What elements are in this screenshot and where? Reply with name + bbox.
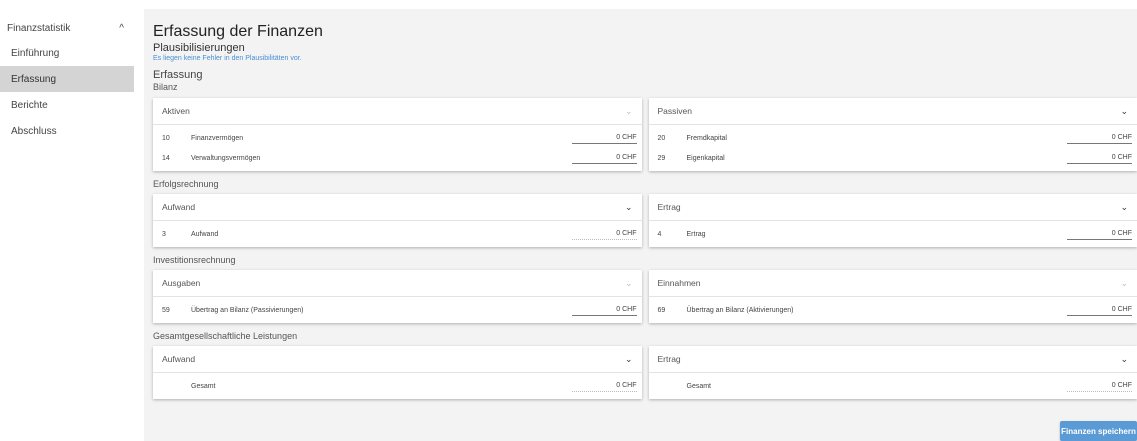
card-passiven: Passiven ⌄ 20 Fremdkapital 0 CHF 29 Eige… [648,98,1137,171]
sidebar-item-erfassung[interactable]: Erfassung [0,66,134,92]
account-label: Übertrag an Bilanz (Passivierungen) [191,306,304,314]
amount-readonly: 0 CHF [1067,382,1132,392]
amount-input[interactable]: 0 CHF [1067,134,1132,144]
list-item: 59 Übertrag an Bilanz (Passivierungen) 0… [153,300,642,320]
list-item: Gesamt 0 CHF [153,376,642,396]
chevron-down-icon[interactable]: ⌄ [625,278,633,289]
chevron-down-icon[interactable]: ⌄ [625,354,633,365]
card-header-einnahmen[interactable]: Einnahmen ⌄ [648,270,1137,297]
section-subtitle: Bilanz [153,82,178,92]
card-title: Einnahmen [657,278,701,288]
account-number: 69 [657,306,666,314]
list-item: 29 Eigenkapital 0 CHF [649,148,1137,168]
card-header-ausgaben[interactable]: Ausgaben ⌄ [153,270,642,297]
list-item: 3 Aufwand 0 CHF [153,224,642,244]
group-title-investitionsrechnung: Investitionsrechnung [153,255,236,265]
card-title: Aktiven [162,106,190,116]
amount-input[interactable]: 0 CHF [571,154,637,164]
save-button[interactable]: Finanzen speichern [1060,421,1137,441]
account-number: 10 [162,134,170,142]
card-header-gl-ertrag[interactable]: Ertrag ⌄ [648,346,1137,373]
account-label: Übertrag an Bilanz (Aktivierungen) [686,306,794,314]
list-item: 14 Verwaltungsvermögen 0 CHF [153,148,642,168]
card-header-passiven[interactable]: Passiven ⌄ [648,98,1137,125]
sidebar-header-label: Finanzstatistik [7,22,71,34]
sidebar: Finanzstatistik ^ Einführung Erfassung B… [0,0,134,441]
account-number: 59 [162,306,170,314]
sidebar-item-label: Einführung [11,47,60,59]
card-aktiven: Aktiven ⌄ 10 Finanzvermögen 0 CHF 14 Ver… [153,98,642,171]
account-label: Verwaltungsvermögen [191,154,261,162]
sidebar-item-einfuehrung[interactable]: Einführung [0,40,134,66]
chevron-down-icon[interactable]: ⌄ [1120,278,1128,289]
account-label: Fremdkapital [686,134,727,142]
validation-info: Es liegen keine Fehler in den Plausibili… [153,55,302,62]
card-title: Aufwand [162,354,196,364]
account-number: 14 [162,154,170,162]
card-title: Ertrag [657,354,681,364]
card-title: Ausgaben [162,278,201,288]
card-header-aufwand[interactable]: Aufwand ⌄ [153,194,642,221]
card-einnahmen: Einnahmen ⌄ 69 Übertrag an Bilanz (Aktiv… [648,270,1137,323]
sidebar-item-label: Abschluss [11,125,57,137]
card-ausgaben: Ausgaben ⌄ 59 Übertrag an Bilanz (Passiv… [153,270,642,323]
account-label: Eigenkapital [686,154,725,162]
amount-input[interactable]: 0 CHF [1067,154,1132,164]
card-title: Ertrag [657,202,681,212]
sidebar-header[interactable]: Finanzstatistik ^ [0,14,134,42]
account-number: 3 [162,230,166,238]
sidebar-item-label: Erfassung [11,73,57,85]
group-title-gesamtgesellschaftliche-leistungen: Gesamtgesellschaftliche Leistungen [153,331,298,341]
chevron-down-icon[interactable]: ⌄ [1120,354,1128,365]
card-aufwand: Aufwand ⌄ 3 Aufwand 0 CHF [153,194,642,247]
account-label: Gesamt [686,382,712,390]
sidebar-item-berichte[interactable]: Berichte [0,92,134,118]
account-number: 29 [657,154,666,162]
list-item: Gesamt 0 CHF [649,376,1137,396]
account-label: Ertrag [686,230,706,238]
account-label: Finanzvermögen [191,134,244,142]
account-label: Aufwand [191,230,219,238]
section-title: Erfassung [153,69,203,81]
account-number: 4 [657,230,662,238]
account-label: Gesamt [191,382,216,390]
card-gl-aufwand: Aufwand ⌄ Gesamt 0 CHF [153,346,642,399]
card-title: Passiven [657,106,693,116]
card-header-ertrag[interactable]: Ertrag ⌄ [648,194,1137,221]
main-content: Erfassung der Finanzen Plausibilisierung… [144,9,1137,441]
card-gl-ertrag: Ertrag ⌄ Gesamt 0 CHF [648,346,1137,399]
card-header-aktiven[interactable]: Aktiven ⌄ [153,98,642,125]
chevron-down-icon[interactable]: ⌄ [625,202,633,213]
chevron-up-icon[interactable]: ^ [119,23,124,34]
list-item: 10 Finanzvermögen 0 CHF [153,128,642,148]
card-title: Aufwand [162,202,196,212]
list-item: 69 Übertrag an Bilanz (Aktivierungen) 0 … [649,300,1137,320]
list-item: 4 Ertrag 0 CHF [649,224,1137,244]
sidebar-item-abschluss[interactable]: Abschluss [0,118,134,144]
amount-input[interactable]: 0 CHF [571,230,637,240]
amount-input[interactable]: 0 CHF [571,306,637,316]
list-item: 20 Fremdkapital 0 CHF [649,128,1137,148]
chevron-down-icon[interactable]: ⌄ [1120,202,1128,213]
card-header-gl-aufwand[interactable]: Aufwand ⌄ [153,346,642,373]
chevron-down-icon[interactable]: ⌄ [1120,106,1128,117]
page-title: Erfassung der Finanzen [153,23,323,40]
card-ertrag: Ertrag ⌄ 4 Ertrag 0 CHF [648,194,1137,247]
account-number: 20 [657,134,666,142]
amount-readonly: 0 CHF [571,382,637,392]
sidebar-item-label: Berichte [11,99,48,111]
amount-input[interactable]: 0 CHF [1067,230,1132,240]
group-title-erfolgsrechnung: Erfolgsrechnung [153,179,219,189]
amount-input[interactable]: 0 CHF [571,134,637,144]
chevron-down-icon[interactable]: ⌄ [625,106,633,117]
amount-input[interactable]: 0 CHF [1067,306,1132,316]
page-subtitle: Plausibilisierungen [153,42,245,54]
